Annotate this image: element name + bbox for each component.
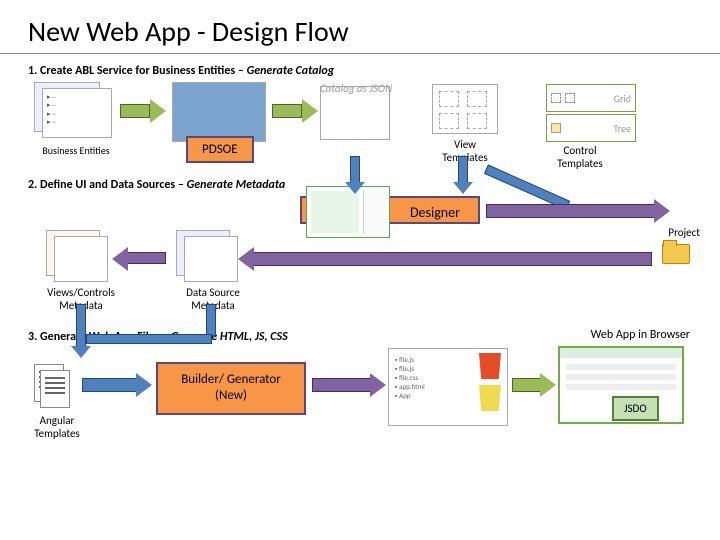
view-templates-thumb <box>432 84 498 134</box>
page-title: New Web App - Design Flow <box>0 0 720 54</box>
step2-heading-italic: Generate Metadata <box>187 178 286 192</box>
pdsoe-thumb <box>172 82 266 142</box>
html5-icon <box>479 353 501 379</box>
square-icon <box>565 93 575 103</box>
square-icon <box>551 123 561 133</box>
pdsoe-badge: PDSOE <box>186 136 254 163</box>
webapp-label: Web App in Browser <box>591 328 690 342</box>
catalog-json-label: Catalog as JSON <box>320 82 392 95</box>
js-icon <box>479 385 501 411</box>
step2-row: Designer (New) Project Views/Controls Me… <box>0 196 720 322</box>
step1-heading-italic: Generate Catalog <box>247 64 335 78</box>
views-metadata-thumb <box>54 236 108 282</box>
folder-icon <box>662 244 690 264</box>
step1-row: ▸ ─▸ ─▸ ─▸ ─ Business Entities PDSOE Cat… <box>0 82 720 174</box>
control-grid-label: Grid <box>614 92 631 105</box>
datasource-thumb <box>184 236 238 282</box>
tree-icon: ▸ ─▸ ─▸ ─▸ ─ <box>47 93 56 127</box>
builder-badge: Builder/ Generator (New) <box>156 362 306 415</box>
step2-heading-text: 2. Define UI and Data Sources – <box>28 178 187 192</box>
control-tree-box: Tree <box>546 114 636 142</box>
step3-row: Web App in Browser Angular Templates Bui… <box>0 348 720 488</box>
step1-heading-text: 1. Create ABL Service for Business Entit… <box>28 64 247 78</box>
jsdo-badge: JSDO <box>612 396 659 421</box>
control-tree-label: Tree <box>613 122 631 135</box>
square-icon <box>551 93 561 103</box>
control-grid-box: Grid <box>546 84 636 112</box>
control-templates-label: Control Templates <box>542 144 618 170</box>
business-entities-thumb: ▸ ─▸ ─▸ ─▸ ─ <box>42 88 112 138</box>
project-label: Project <box>668 226 700 239</box>
business-entities-label: Business Entities <box>36 144 116 157</box>
files-panel: ▪ file.js▪ file.js▪ file.css▪ app.html▪ … <box>388 348 508 426</box>
angular-doc <box>40 370 70 408</box>
angular-label: Angular Templates <box>22 414 92 440</box>
step1-heading: 1. Create ABL Service for Business Entit… <box>0 60 720 82</box>
